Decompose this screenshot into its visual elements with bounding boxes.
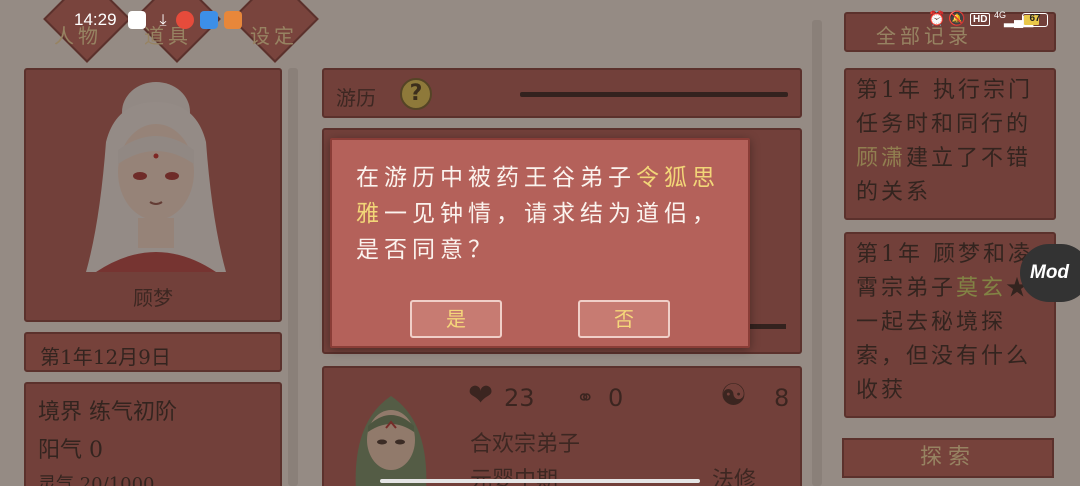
dialog-message-pre: 在游历中被药王谷弟子 (356, 165, 636, 191)
mute-icon: 🔕 (948, 10, 966, 26)
browser-icon (200, 11, 218, 29)
dialog-message: 在游历中被药王谷弟子令狐思雅一见钟情，请求结为道侣，是否同意？ (356, 160, 730, 268)
no-button[interactable]: 否 (578, 300, 670, 338)
app-notification-icon (128, 11, 146, 29)
game-icon (224, 11, 242, 29)
status-time: 14:29 (74, 10, 117, 29)
download-icon: ⤓ (159, 10, 167, 29)
proposal-dialog: 在游历中被药王谷弟子令狐思雅一见钟情，请求结为道侣，是否同意？ 是 否 (330, 138, 750, 348)
status-bar: 14:29 ⤓ ⏰ 🔕 HD 4G ▂▄▆ 67 (0, 0, 1080, 40)
dialog-message-post: 一见钟情，请求结为道侣，是否同意？ (356, 201, 720, 263)
home-indicator[interactable] (380, 479, 700, 483)
battery-icon: 67 (1022, 13, 1048, 27)
alarm-icon: ⏰ (928, 10, 946, 26)
mod-button[interactable]: Mod (1020, 244, 1080, 302)
yes-button[interactable]: 是 (410, 300, 502, 338)
battery-level: 67 (1029, 13, 1041, 24)
weibo-icon (176, 11, 194, 29)
hd-badge: HD (970, 13, 991, 26)
